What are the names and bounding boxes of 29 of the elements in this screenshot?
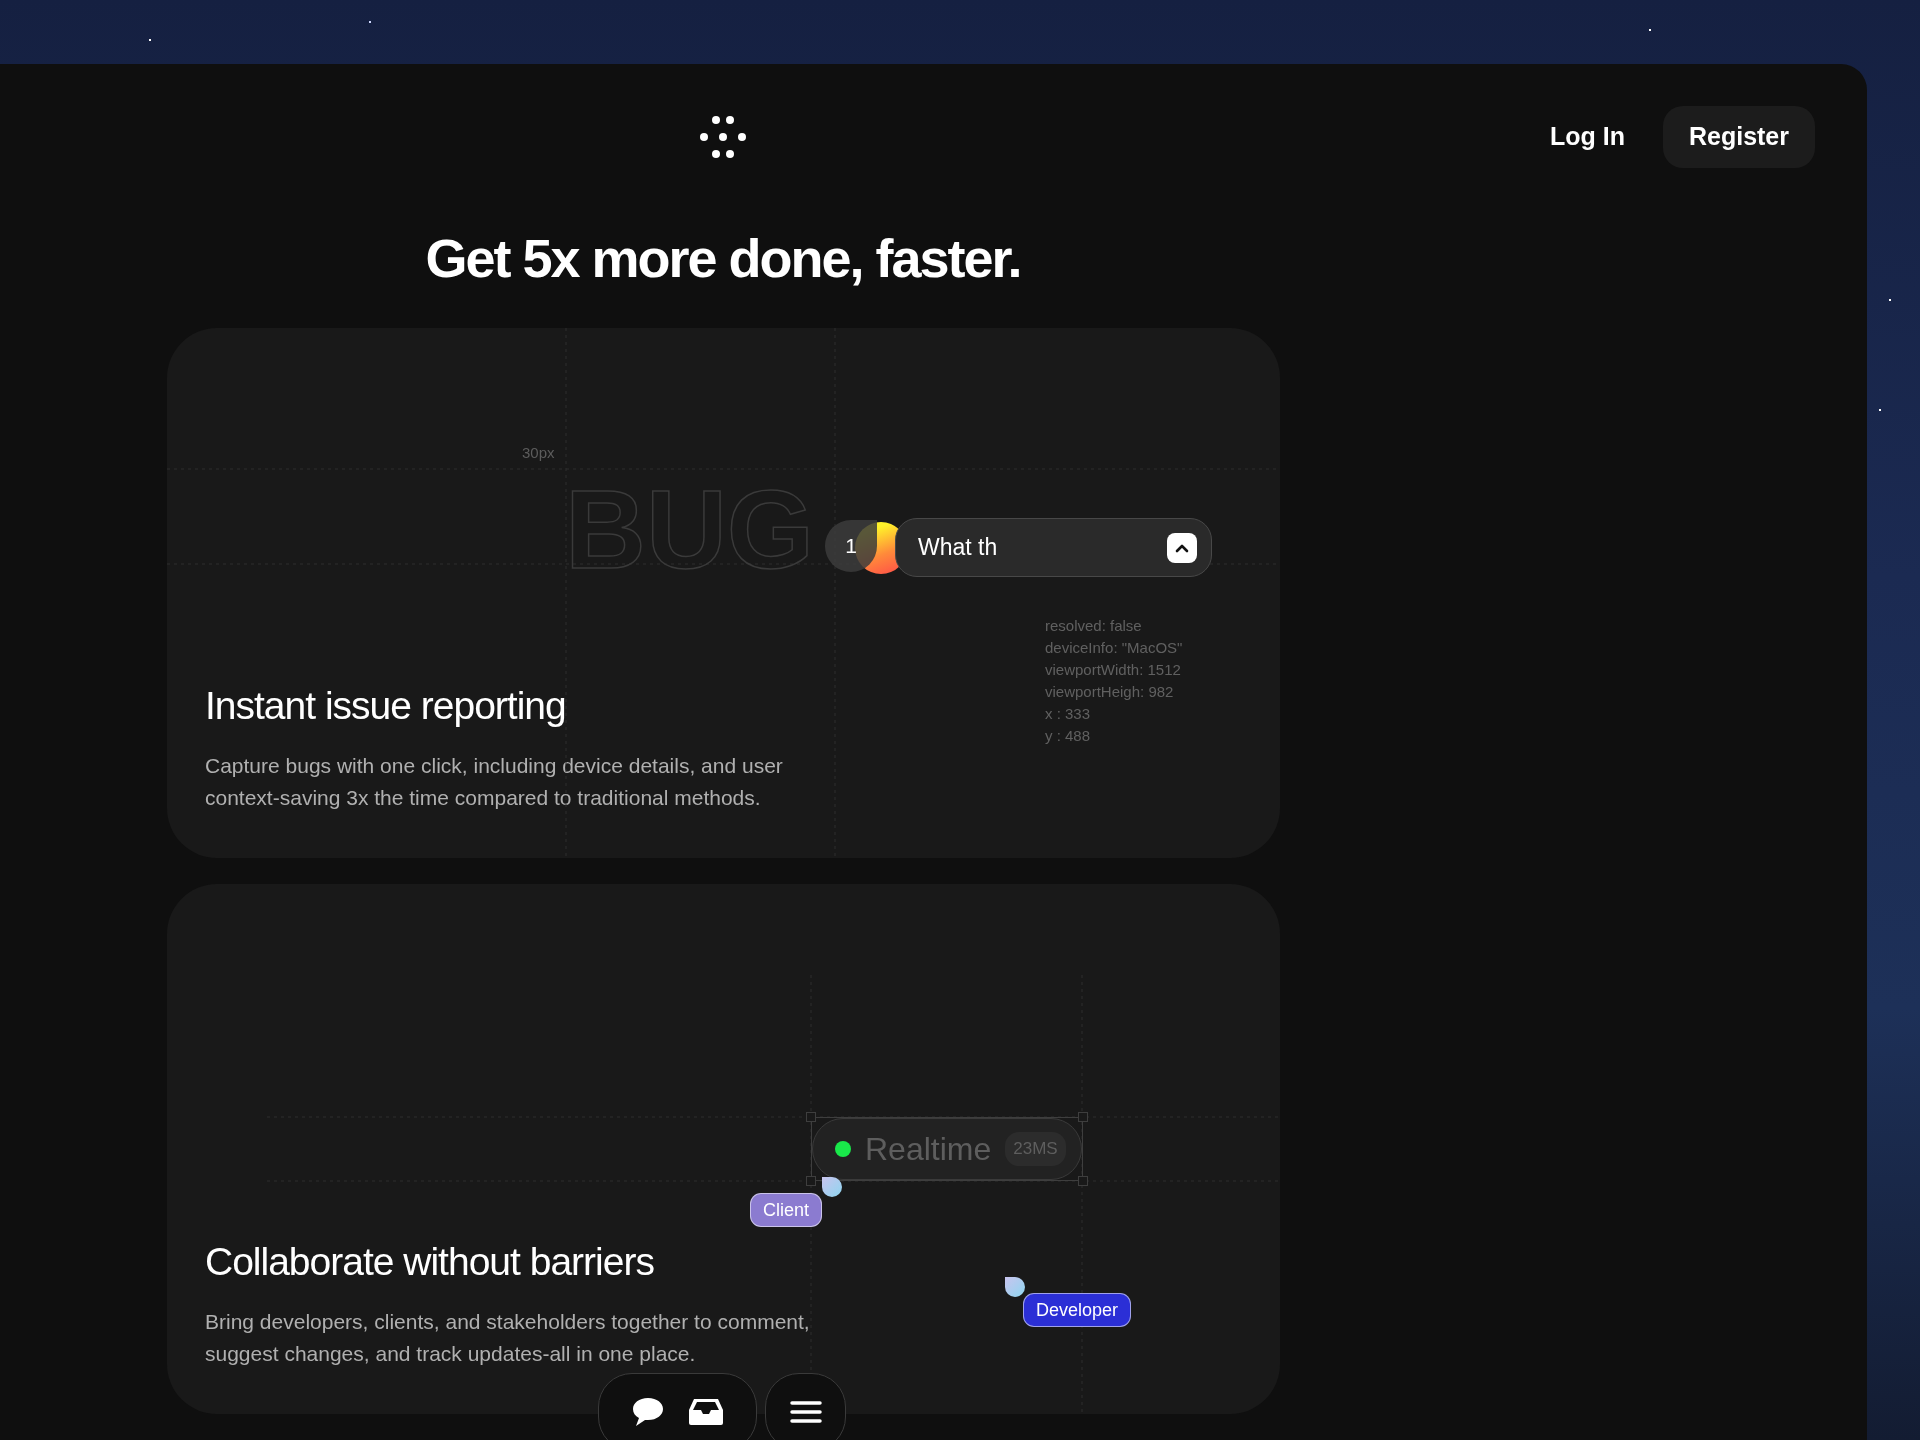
cursor-pointer-icon xyxy=(1005,1277,1025,1297)
feature-title: Collaborate without barriers xyxy=(205,1239,654,1285)
chat-bubble-icon[interactable] xyxy=(630,1396,665,1428)
dots-logo-icon[interactable] xyxy=(700,116,746,158)
metadata-line: deviceInfo: "MacOS" xyxy=(1045,638,1183,658)
metadata-line: y : 488 xyxy=(1045,726,1091,746)
log-in-link[interactable]: Log In xyxy=(1531,108,1643,166)
feature-description: Capture bugs with one click, including device details, and user context-saving 3x the time compared to traditional methods. xyxy=(204,752,784,811)
chevron-up-icon xyxy=(1175,543,1189,553)
submit-button[interactable] xyxy=(1167,533,1197,563)
cursor-pointer-icon xyxy=(822,1177,842,1197)
status-dot xyxy=(835,1141,851,1157)
metadata-line: viewportWidth: 1512 xyxy=(1045,660,1181,680)
metadata-line: viewportHeigh: 982 xyxy=(1045,682,1174,702)
comment-input-field[interactable]: What th xyxy=(895,518,1212,577)
feature-description: Bring developers, clients, and stakeholders together to comment, suggest changes, and track updates-all in one place. xyxy=(204,1308,811,1367)
marker-number: 1 xyxy=(825,520,877,572)
participant-tag: Developer xyxy=(1023,1293,1132,1327)
inbox-tray-icon[interactable] xyxy=(688,1398,725,1426)
headline: Get 5x more done, faster. xyxy=(425,226,1021,290)
measure-label: 30px xyxy=(522,443,555,463)
register-button[interactable]: Register xyxy=(1662,106,1815,168)
metadata-line: x : 333 xyxy=(1045,704,1091,724)
metadata-line: resolved: false xyxy=(1045,616,1142,636)
status-label: Realtime xyxy=(865,1130,992,1169)
feature-title: Instant issue reporting xyxy=(205,683,566,729)
menu-icon xyxy=(789,1400,822,1424)
menu-button[interactable] xyxy=(765,1373,846,1440)
participant-tag: Client xyxy=(750,1193,823,1227)
